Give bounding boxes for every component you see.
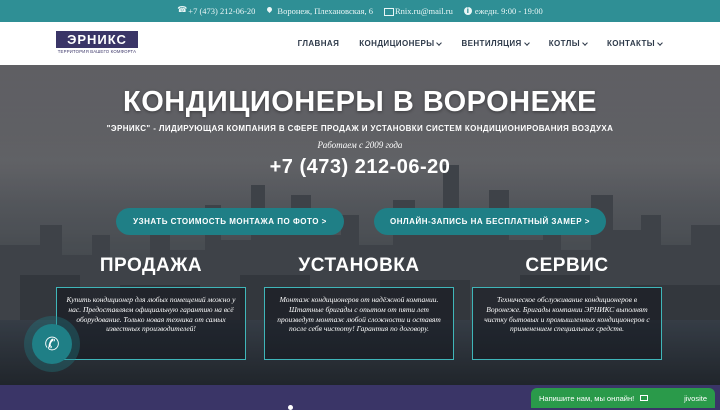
phone-handset-icon: ✆ — [32, 324, 72, 364]
service-text-sales: Купить кондиционер для любых помещений м… — [56, 287, 246, 360]
chevron-down-icon — [582, 39, 588, 46]
logo-tagline: территория вашего комфорта — [57, 49, 137, 54]
service-text-service: Техническое обслуживание кондиционеров в… — [472, 287, 662, 360]
envelope-icon — [383, 7, 394, 16]
chevron-down-icon — [436, 39, 443, 46]
service-text-installation: Монтаж кондиционеров от надёжной компани… — [264, 287, 454, 360]
topbar-hours: ежедн. 9:00 - 19:00 — [463, 6, 543, 16]
map-pin-icon — [266, 7, 274, 15]
service-title-installation: УСТАНОВКА — [298, 255, 420, 276]
chevron-down-icon — [657, 39, 663, 46]
site-header: ЭРНИКС территория вашего комфорта ГЛАВНА… — [0, 22, 720, 65]
chevron-down-icon — [523, 39, 530, 46]
topbar-email-text: Rnix.ru@mail.ru — [394, 6, 453, 16]
hero-title: КОНДИЦИОНЕРЫ В ВОРОНЕЖЕ — [123, 86, 597, 118]
topbar-address-text: Воронеж, Плехановская, 6 — [277, 6, 373, 16]
nav-item-boilers[interactable]: КОТЛЫ — [548, 39, 588, 48]
hero-phone[interactable]: +7 (473) 212-06-20 — [0, 156, 720, 179]
service-title-service: СЕРВИС — [525, 255, 609, 276]
section-decoration — [288, 405, 293, 410]
topbar-phone[interactable]: +7 (473) 212-06-20 — [177, 5, 256, 16]
nav-item-conditioners[interactable]: КОНДИЦИОНЕРЫ — [359, 39, 443, 48]
topbar-phone-text: +7 (473) 212-06-20 — [188, 6, 256, 16]
topbar-hours-text: ежедн. 9:00 - 19:00 — [474, 6, 543, 16]
chat-widget[interactable]: Напишите нам, мы онлайн! jivosite — [531, 388, 715, 408]
envelope-icon — [640, 395, 649, 401]
nav-item-contacts[interactable]: КОНТАКТЫ — [606, 39, 663, 48]
logo[interactable]: ЭРНИКС территория вашего комфорта — [56, 31, 138, 57]
nav-item-ventilation[interactable]: ВЕНТИЛЯЦИЯ — [461, 39, 530, 48]
info-icon — [463, 7, 472, 15]
top-info-bar: +7 (473) 212-06-20 Воронеж, Плехановская… — [0, 0, 720, 22]
free-measurement-button[interactable]: ОНЛАЙН-ЗАПИСЬ НА БЕСПЛАТНЫЙ ЗАМЕР > — [374, 208, 606, 235]
chat-label: Напишите нам, мы онлайн! — [539, 393, 635, 403]
topbar-email[interactable]: Rnix.ru@mail.ru — [383, 6, 453, 16]
estimate-by-photo-button[interactable]: УЗНАТЬ СТОИМОСТЬ МОНТАЖА ПО ФОТО > — [116, 208, 344, 235]
chat-brand: jivosite — [684, 393, 707, 403]
hero-subtitle: "ЭРНИКС" - ЛИДИРУЮЩАЯ КОМПАНИЯ В СФЕРЕ П… — [106, 124, 614, 133]
main-nav: ГЛАВНАЯ КОНДИЦИОНЕРЫ ВЕНТИЛЯЦИЯ КОТЛЫ КО… — [298, 22, 663, 65]
nav-item-label: ГЛАВНАЯ — [297, 39, 340, 48]
nav-item-label: КОНТАКТЫ — [606, 39, 655, 48]
callback-button[interactable]: ✆ — [24, 316, 80, 372]
nav-item-label: ВЕНТИЛЯЦИЯ — [461, 39, 522, 48]
nav-item-home[interactable]: ГЛАВНАЯ — [298, 39, 340, 48]
hero-section: КОНДИЦИОНЕРЫ В ВОРОНЕЖЕ "ЭРНИКС" - ЛИДИР… — [0, 65, 720, 385]
topbar-address: Воронеж, Плехановская, 6 — [266, 6, 373, 16]
nav-item-label: КОТЛЫ — [548, 39, 580, 48]
logo-wordmark: ЭРНИКС — [56, 31, 138, 48]
phone-icon — [177, 5, 187, 15]
hero-since: Работаем с 2009 года — [317, 140, 403, 150]
nav-item-label: КОНДИЦИОНЕРЫ — [359, 39, 435, 48]
service-title-sales: ПРОДАЖА — [99, 255, 203, 276]
